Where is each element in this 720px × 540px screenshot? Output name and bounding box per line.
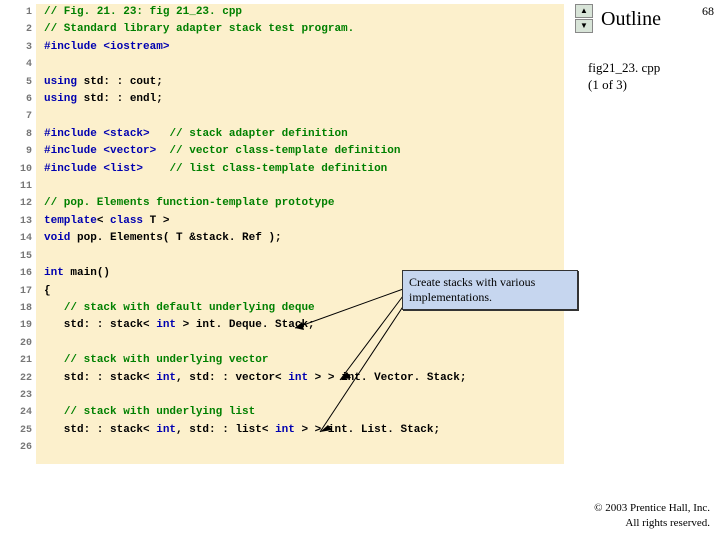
- file-name: fig21_23. cpp: [588, 60, 708, 77]
- code-body: // Fig. 21. 23: fig 21_23. cpp // Standa…: [36, 4, 467, 464]
- nav-down-button[interactable]: ▼: [575, 19, 593, 33]
- file-part: (1 of 3): [588, 77, 708, 94]
- copyright: © 2003 Prentice Hall, Inc. All rights re…: [594, 501, 710, 530]
- nav-up-button[interactable]: ▲: [575, 4, 593, 18]
- file-info: fig21_23. cpp (1 of 3): [588, 60, 708, 94]
- code-panel: 1234567891011121314151617181920212223242…: [4, 4, 564, 464]
- outline-nav: ▲ ▼: [575, 4, 593, 34]
- outline-title: Outline: [601, 8, 661, 31]
- line-numbers: 1234567891011121314151617181920212223242…: [4, 4, 36, 464]
- outline-panel: ▲ ▼ Outline: [575, 4, 710, 34]
- copyright-line2: All rights reserved.: [594, 516, 710, 530]
- callout-box: Create stacks with various implementatio…: [402, 270, 578, 310]
- copyright-line1: © 2003 Prentice Hall, Inc.: [594, 501, 710, 515]
